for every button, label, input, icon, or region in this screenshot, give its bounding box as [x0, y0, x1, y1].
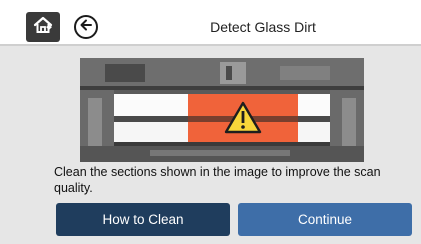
continue-button[interactable]: Continue [238, 203, 412, 236]
scanner-glass-illustration [80, 58, 364, 162]
back-button[interactable] [74, 15, 98, 39]
back-arrow-icon [79, 18, 93, 37]
main-content: Clean the sections shown in the image to… [0, 46, 421, 244]
header-bar: Detect Glass Dirt [0, 0, 421, 42]
home-icon [32, 15, 54, 40]
page-title: Detect Glass Dirt [210, 19, 316, 35]
instruction-text: Clean the sections shown in the image to… [54, 165, 381, 195]
home-button[interactable] [26, 12, 60, 42]
how-to-clean-button[interactable]: How to Clean [56, 203, 230, 236]
